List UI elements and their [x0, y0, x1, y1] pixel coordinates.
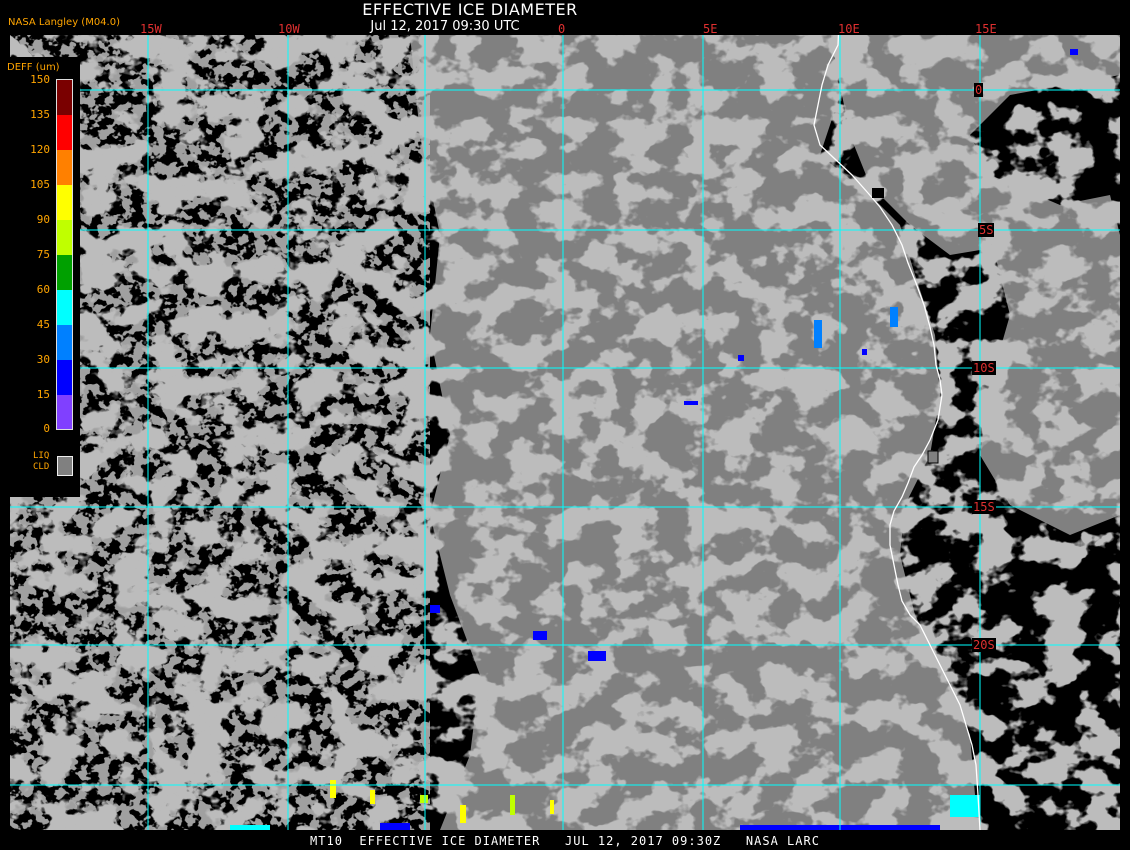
legend-title: DEFF (um)	[7, 62, 60, 73]
lon-label-15e: 15E	[975, 22, 997, 36]
legend-tick-60: 60	[36, 283, 50, 296]
legend-tick-150: 150	[30, 73, 50, 86]
legend-tick-120: 120	[30, 143, 50, 156]
colorbar-frame	[56, 79, 73, 430]
legend-tick-15: 15	[36, 388, 50, 401]
lat-label-15s: 15S	[972, 500, 996, 514]
footer-caption: MT10 EFFECTIVE ICE DIAMETER JUL 12, 2017…	[310, 834, 820, 848]
liquid-cloud-label-line1: LIQ	[33, 451, 50, 461]
lon-label-5e: 5E	[703, 22, 718, 36]
legend-tick-30: 30	[36, 353, 50, 366]
credit-label: NASA Langley (M04.0)	[8, 17, 120, 28]
liquid-cloud-label: LIQ CLD	[33, 451, 49, 473]
lon-label-15w: 15W	[140, 22, 162, 36]
lat-label-10s: 10S	[972, 361, 996, 375]
legend-tick-90: 90	[36, 213, 50, 226]
lon-label-10e: 10E	[838, 22, 860, 36]
lat-label-20s: 20S	[972, 638, 996, 652]
legend-tick-45: 45	[36, 318, 50, 331]
liquid-cloud-label-line2: CLD	[33, 462, 50, 472]
satellite-map[interactable]	[10, 35, 1120, 830]
island-2	[927, 450, 939, 464]
legend-tick-75: 75	[36, 248, 50, 261]
lon-label-0: 0	[558, 22, 566, 36]
lon-label-10w: 10W	[278, 22, 300, 36]
legend-tick-105: 105	[30, 178, 50, 191]
lat-label-5s: 5S	[978, 223, 995, 237]
liquid-cloud-swatch	[57, 456, 73, 476]
island-1	[872, 188, 884, 198]
legend-tick-135: 135	[30, 108, 50, 121]
map-timestamp: Jul 12, 2017 09:30 UTC	[370, 19, 520, 34]
legend-tick-0: 0	[43, 422, 50, 435]
map-title: EFFECTIVE ICE DIAMETER	[362, 0, 578, 19]
lat-label-0: 0	[974, 83, 984, 97]
